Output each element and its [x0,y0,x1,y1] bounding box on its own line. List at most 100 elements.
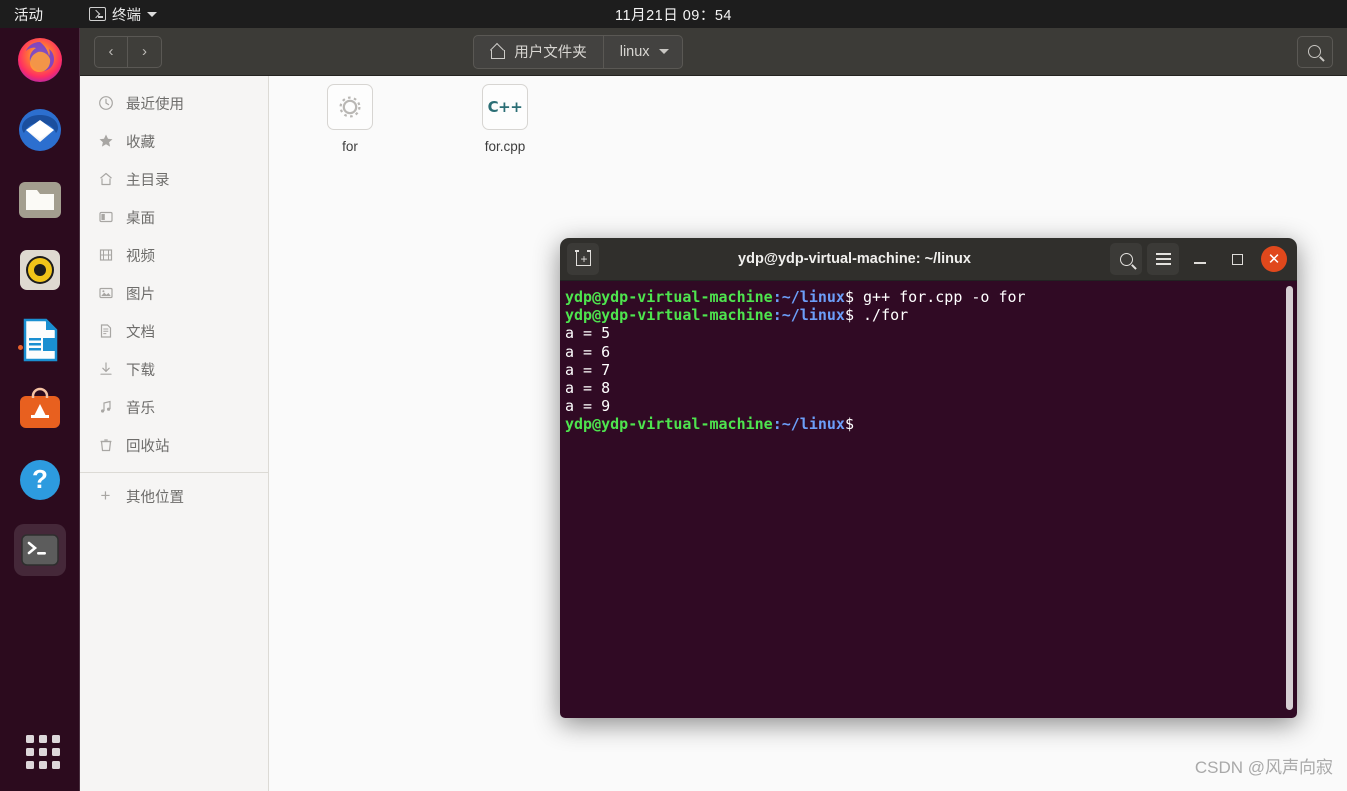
prompt-user: ydp@ydp-virtual-machine [565,288,773,306]
sidebar-item-label: 音乐 [126,400,155,417]
terminal-scrollbar[interactable] [1286,286,1293,710]
terminal-line: ydp@ydp-virtual-machine:~/linux$ ./for [563,306,1297,324]
terminal-body[interactable]: ydp@ydp-virtual-machine:~/linux$ g++ for… [560,281,1297,718]
dock-item-libreoffice[interactable] [14,314,66,366]
image-icon [97,285,114,302]
terminal-command: g++ for.cpp -o for [863,288,1026,306]
sidebar-item-label: 图片 [126,286,155,303]
dock: ? [0,28,80,791]
grid-dot [39,748,47,756]
prompt-path: :~/linux [772,288,845,306]
dock-item-thunderbird[interactable] [14,104,66,156]
grid-dot [39,761,47,769]
watermark: CSDN @风声向寂 [1194,758,1333,777]
terminal-output-line: a = 8 [565,379,611,398]
svg-text:?: ? [32,464,48,494]
new-tab-icon: + [574,250,592,266]
minimize-icon [1194,262,1206,264]
sidebar-item-label: 回收站 [126,438,170,455]
libreoffice-icon [23,318,58,362]
terminal-title-bar[interactable]: + ydp@ydp-virtual-machine: ~/linux ✕ [560,238,1297,281]
dock-item-ubuntu-software[interactable] [14,384,66,436]
file-manager-sidebar: 最近使用 收藏 主目录 桌面 视频 图片 文档 下载 音乐 回收站 + 其他位置 [80,76,269,791]
back-button[interactable]: ‹ [94,35,128,68]
search-button[interactable] [1296,35,1333,68]
sidebar-item-music[interactable]: 音乐 [80,388,268,426]
video-icon [97,247,114,264]
grid-dot [52,735,60,743]
dock-item-firefox[interactable] [14,34,66,86]
grid-dot [52,761,60,769]
clock-icon [97,95,114,112]
desktop-icon [97,209,114,226]
plus-icon: + [100,486,111,505]
breadcrumb-label: 用户文件夹 [514,45,587,61]
sidebar-item-home[interactable]: 主目录 [80,160,268,198]
star-icon [97,133,114,150]
terminal-window: + ydp@ydp-virtual-machine: ~/linux ✕ ydp… [560,238,1297,718]
terminal-output-line: a = 6 [565,342,611,361]
terminal-output-line: a = 7 [565,360,611,379]
prompt-path: :~/linux [772,306,845,325]
file-item-for[interactable]: for [304,84,396,154]
terminal-search-button[interactable] [1110,243,1142,275]
firefox-icon [18,38,62,82]
trash-icon [97,437,114,454]
file-manager-header: ‹ › 用户文件夹 linux [80,28,1347,76]
sidebar-item-trash[interactable]: 回收站 [80,426,268,464]
sidebar-item-label: 文档 [126,324,155,341]
terminal-command: ./for [863,306,909,325]
close-icon: ✕ [1261,246,1287,272]
file-item-for-cpp[interactable]: C++ for.cpp [459,84,551,154]
maximize-icon [1231,253,1243,265]
clock[interactable]: 11月21日 09：54 [0,4,1347,25]
sidebar-item-recent[interactable]: 最近使用 [80,84,268,122]
sidebar-item-downloads[interactable]: 下载 [80,350,268,388]
sidebar-item-documents[interactable]: 文档 [80,312,268,350]
new-tab-button[interactable]: + [567,243,599,275]
dock-item-terminal[interactable] [14,524,66,576]
grid-dot [26,735,34,743]
sidebar-item-label: 其他位置 [126,489,184,506]
sidebar-item-desktop[interactable]: 桌面 [80,198,268,236]
dock-item-help[interactable]: ? [14,454,66,506]
forward-button[interactable]: › [128,35,162,68]
file-label: for [342,139,358,154]
prompt-symbol: $ [844,288,864,306]
sidebar-item-starred[interactable]: 收藏 [80,122,268,160]
sidebar-item-videos[interactable]: 视频 [80,236,268,274]
search-icon [1308,45,1322,58]
close-button[interactable]: ✕ [1258,243,1290,275]
grid-dot [26,748,34,756]
cpp-badge: C++ [487,98,523,116]
rhythmbox-icon [20,250,60,290]
document-icon [97,323,114,340]
dock-item-rhythmbox[interactable] [14,244,66,296]
terminal-menu-button[interactable] [1147,243,1179,275]
breadcrumb-label: linux [619,43,650,60]
file-label: for.cpp [484,139,526,154]
sidebar-item-label: 桌面 [126,210,155,227]
breadcrumb: 用户文件夹 linux [473,34,683,69]
sidebar-item-label: 主目录 [126,172,170,189]
dock-item-files[interactable] [14,174,66,350]
prompt-symbol: $ [844,306,864,325]
sidebar-item-other-locations[interactable]: + 其他位置 [80,477,268,515]
breadcrumb-item-linux[interactable]: linux [603,34,683,69]
thunderbird-icon [19,109,61,151]
sidebar-item-pictures[interactable]: 图片 [80,274,268,312]
sidebar-item-label: 收藏 [126,134,155,151]
grid-dot [39,735,47,743]
cpp-file-icon: C++ [482,84,528,130]
download-icon [97,361,114,378]
show-applications-button[interactable] [26,735,60,769]
maximize-button[interactable] [1221,243,1253,275]
terminal-title: ydp@ydp-virtual-machine: ~/linux [738,251,971,267]
breadcrumb-item-home[interactable]: 用户文件夹 [473,34,604,69]
executable-gear-icon [327,84,373,130]
sidebar-item-label: 最近使用 [126,96,184,113]
music-icon [97,399,114,416]
chevron-left-icon: ‹ [108,43,114,60]
minimize-button[interactable] [1184,243,1216,275]
hamburger-menu-icon [1155,250,1171,267]
